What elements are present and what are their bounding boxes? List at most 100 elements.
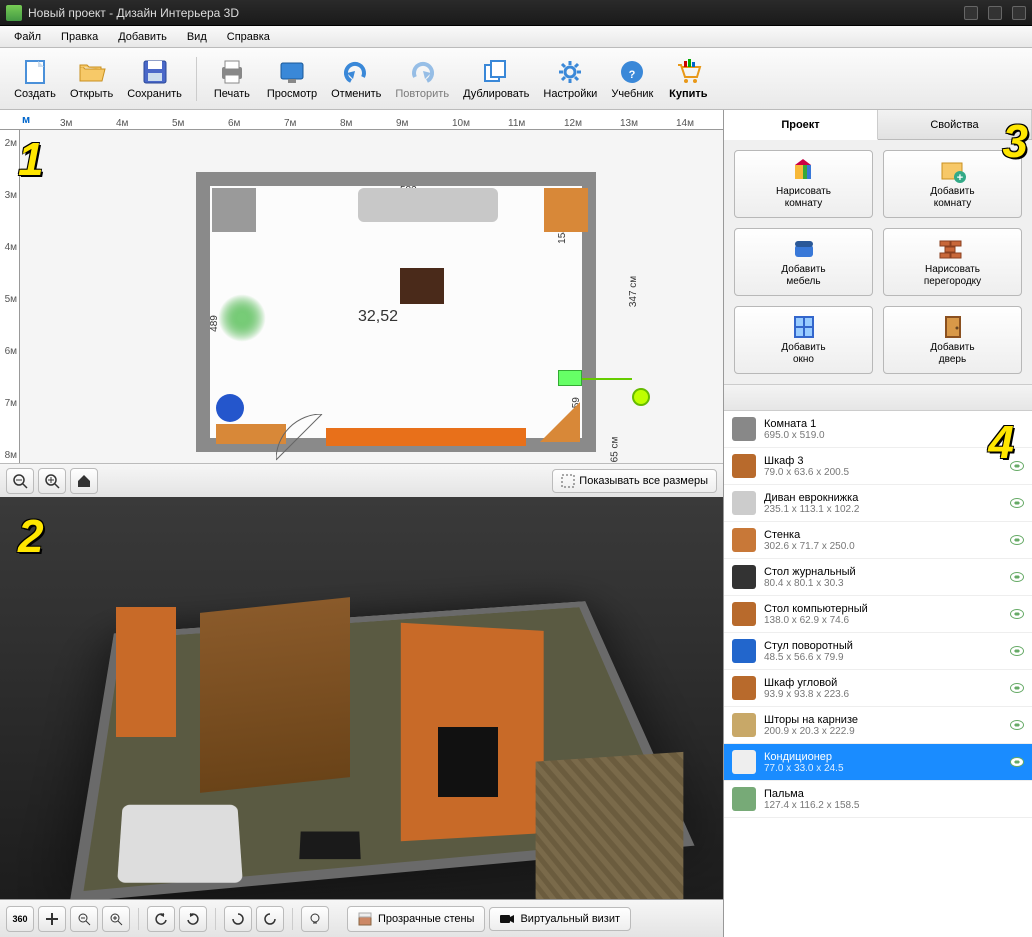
action-draw-wall-button[interactable]: Нарисоватьперегородку [883,228,1022,296]
rotate-360-button[interactable]: 360 [6,906,34,932]
action-add-door-button[interactable]: Добавитьдверь [883,306,1022,374]
object-item[interactable]: Стол журнальный80.4 x 80.1 x 30.3 [724,559,1032,596]
toolbar-new-button[interactable]: Создать [8,56,62,102]
toolbar-undo-button[interactable]: Отменить [325,56,387,102]
show-all-sizes-button[interactable]: Показывать все размеры [552,469,717,493]
action-draw-room-button[interactable]: Нарисоватькомнату [734,150,873,218]
object-thumb [732,750,756,774]
3d-tv [438,727,498,797]
plan-canvas[interactable]: 32,52 582 347 см 154 489 665 95 159 65 с… [20,130,723,463]
toolbar-save-button[interactable]: Сохранить [121,56,188,102]
furn-ac-selected[interactable] [558,370,582,386]
svg-text:?: ? [629,69,636,81]
action-add-window-button[interactable]: Добавитьокно [734,306,873,374]
object-item[interactable]: Диван еврокнижка235.1 x 113.1 x 102.2 [724,485,1032,522]
light-button[interactable] [301,906,329,932]
object-item[interactable]: Шкаф 379.0 x 63.6 x 200.5 [724,448,1032,485]
furn-shkaf1[interactable] [212,188,256,232]
toolbar-settings-button[interactable]: Настройки [537,56,603,102]
toolbar-view-button[interactable]: Просмотр [261,56,323,102]
tab-project[interactable]: Проект [724,110,878,140]
toolbar-print-button[interactable]: Печать [205,56,259,102]
home-button[interactable] [70,468,98,494]
ruler-v-tick: 7м [5,398,17,409]
object-item[interactable]: Шкаф угловой93.9 x 93.8 x 223.6 [724,670,1032,707]
plan-view[interactable]: м 3м4м5м6м7м8м9м10м11м12м13м14м 2м3м4м5м… [0,110,723,497]
rotate-ccw-button[interactable] [256,906,284,932]
object-item[interactable]: Кондиционер77.0 x 33.0 x 24.5 [724,744,1032,781]
minimize-button[interactable] [964,6,978,20]
menu-view[interactable]: Вид [177,28,217,46]
object-dims: 695.0 x 519.0 [764,430,1024,441]
furn-shkaf2[interactable] [544,188,588,232]
zoom-in-button[interactable] [38,468,66,494]
furn-table[interactable] [400,268,444,304]
menu-add[interactable]: Добавить [108,28,177,46]
furn-sofa-top[interactable] [358,188,498,222]
menu-file[interactable]: Файл [4,28,51,46]
object-item[interactable]: Стул поворотный48.5 x 56.6 x 79.9 [724,633,1032,670]
object-item[interactable]: Стол компьютерный138.0 x 62.9 x 74.6 [724,596,1032,633]
pan-button[interactable] [38,906,66,932]
3d-view[interactable]: 2 360 Прозрачные стены [0,497,723,937]
furn-palm[interactable] [214,290,270,346]
window-title: Новый проект - Дизайн Интерьера 3D [28,6,964,20]
object-dims: 302.6 x 71.7 x 250.0 [764,541,1002,552]
visibility-icon[interactable] [1010,683,1024,693]
ruler-h-tick: 11м [508,118,525,129]
action-add-furn-button[interactable]: Добавитьмебель [734,228,873,296]
toolbar-redo-button[interactable]: Повторить [389,56,455,102]
virtual-visit-button[interactable]: Виртуальный визит [489,907,631,931]
ruler-h-tick: 10м [452,118,470,129]
furn-stenka[interactable] [326,428,526,446]
close-button[interactable] [1012,6,1026,20]
maximize-button[interactable] [988,6,1002,20]
object-item[interactable]: Стенка302.6 x 71.7 x 250.0 [724,522,1032,559]
3d-zoom-out-button[interactable] [70,906,98,932]
ruler-vertical: 2м3м4м5м6м7м8м [0,130,20,463]
settings-icon [554,58,586,86]
ruler-h-tick: 3м [60,118,72,129]
control-handle[interactable] [632,388,650,406]
ruler-v-tick: 6м [5,346,17,357]
toolbar-dup-button[interactable]: Дублировать [457,56,535,102]
object-dims: 235.1 x 113.1 x 102.2 [764,504,1002,515]
object-item[interactable]: Пальма127.4 x 116.2 x 158.5 [724,781,1032,818]
object-thumb [732,676,756,700]
object-list-header [724,385,1032,411]
3d-zoom-in-button[interactable] [102,906,130,932]
dim-doorw: 65 см [609,437,620,463]
menu-edit[interactable]: Правка [51,28,108,46]
action-label: Добавитьмебель [781,264,825,288]
toolbar-buy-button[interactable]: Купить [661,56,715,102]
visibility-icon[interactable] [1010,572,1024,582]
transparent-walls-button[interactable]: Прозрачные стены [347,906,485,932]
object-dims: 48.5 x 56.6 x 79.9 [764,652,1002,663]
rotate-left-button[interactable] [147,906,175,932]
object-list[interactable]: 4 Комната 1695.0 x 519.0Шкаф 379.0 x 63.… [724,411,1032,937]
object-dims: 93.9 x 93.8 x 223.6 [764,689,1002,700]
visibility-icon[interactable] [1010,498,1024,508]
badge-3: 3 [1002,114,1028,168]
object-item[interactable]: Комната 1695.0 x 519.0 [724,411,1032,448]
rotate-cw-button[interactable] [224,906,252,932]
ruler-h-tick: 4м [116,118,128,129]
ruler-h-tick: 5м [172,118,184,129]
visibility-icon[interactable] [1010,757,1024,767]
ruler-h-tick: 9м [396,118,408,129]
toolbar-tutorial-button[interactable]: ?Учебник [605,56,659,102]
visibility-icon[interactable] [1010,646,1024,656]
rotate-right-button[interactable] [179,906,207,932]
object-item[interactable]: Шторы на карнизе200.9 x 20.3 x 222.9 [724,707,1032,744]
menu-help[interactable]: Справка [217,28,280,46]
visibility-icon[interactable] [1010,609,1024,619]
furn-desk[interactable] [216,424,286,444]
toolbar-label: Сохранить [127,88,182,100]
object-thumb [732,528,756,552]
object-thumb [732,491,756,515]
visibility-icon[interactable] [1010,720,1024,730]
zoom-out-button[interactable] [6,468,34,494]
furn-chair[interactable] [216,394,244,422]
visibility-icon[interactable] [1010,535,1024,545]
toolbar-open-button[interactable]: Открыть [64,56,119,102]
